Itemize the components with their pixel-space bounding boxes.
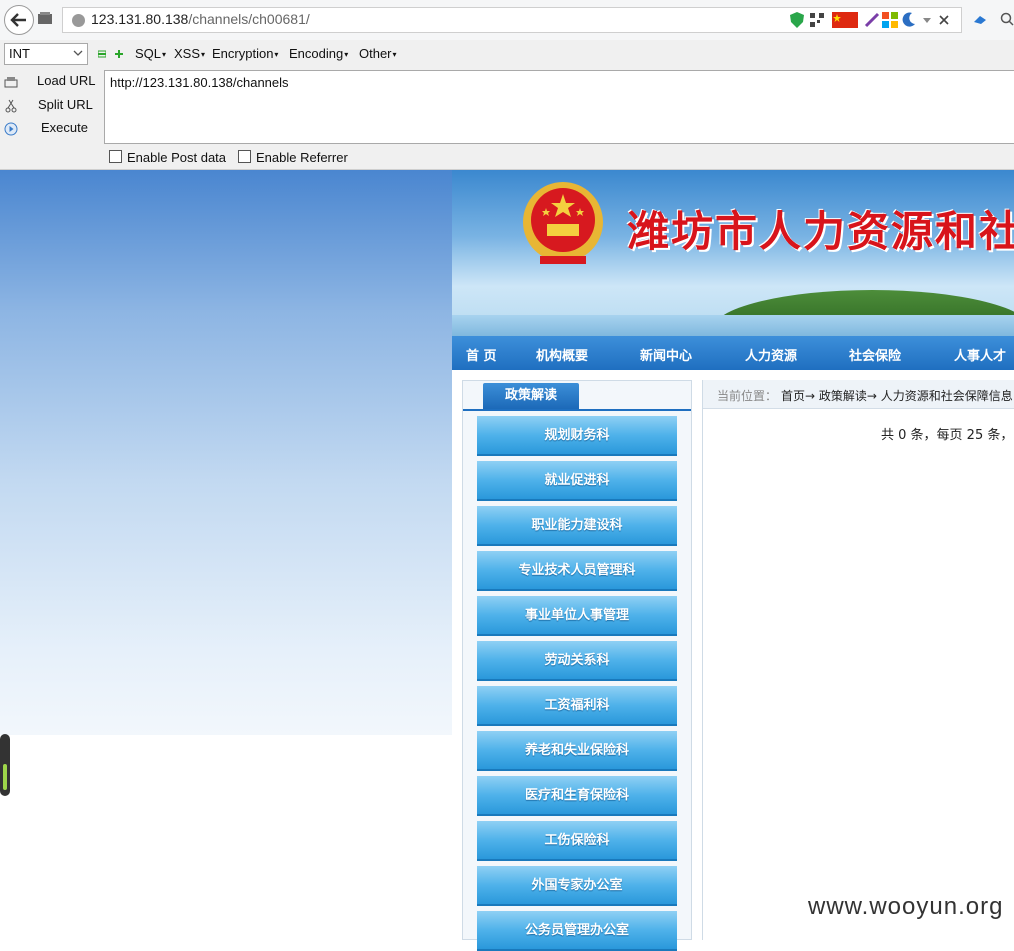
close-icon[interactable] — [938, 12, 950, 28]
execute-label: Execute — [41, 120, 88, 135]
breadcrumb-label: 当前位置： — [717, 389, 778, 403]
web-page: 潍坊市人力资源和社 首 页 机构概要 新闻中心 人力资源 社会保险 人事人才 政… — [0, 170, 1014, 951]
sidebar-item[interactable]: 工伤保险科 — [477, 821, 677, 861]
sidebar: 政策解读 规划财务科 就业促进科 职业能力建设科 专业技术人员管理科 事业单位人… — [462, 380, 692, 951]
menu-arrow-icon: ▾ — [274, 50, 279, 60]
menu-encoding[interactable]: Encoding▾ — [289, 46, 348, 61]
sidebar-item[interactable]: 职业能力建设科 — [477, 506, 677, 546]
sidebar-item[interactable]: 医疗和生育保险科 — [477, 776, 677, 816]
load-url-icon — [4, 77, 18, 88]
main-nav: 首 页 机构概要 新闻中心 人力资源 社会保险 人事人才 — [452, 336, 1014, 370]
split-url-label: Split URL — [38, 97, 93, 112]
search-icon[interactable] — [1000, 12, 1014, 26]
china-flag-icon[interactable] — [832, 12, 858, 28]
plus-icon[interactable] — [115, 50, 123, 58]
menu-arrow-icon: ▾ — [344, 50, 349, 60]
play-icon — [4, 122, 18, 136]
banner-lake — [452, 315, 1014, 336]
address-text[interactable]: 123.131.80.138/channels/ch00681/ — [91, 11, 310, 27]
sidebar-item[interactable]: 劳动关系科 — [477, 641, 677, 681]
arrow-left-icon — [10, 13, 26, 27]
menu-other[interactable]: Other▾ — [359, 46, 397, 61]
dropdown-arrow-icon[interactable] — [922, 12, 932, 28]
address-bar[interactable]: 123.131.80.138/channels/ch00681/ — [62, 7, 962, 33]
sidebar-item[interactable]: 外国专家办公室 — [477, 866, 677, 906]
nav-social-insurance[interactable]: 社会保险 — [849, 345, 901, 364]
result-count: 共 0 条，每页 25 条， — [881, 428, 1014, 443]
bird-icon[interactable] — [972, 12, 988, 28]
hackbar-url-textarea[interactable]: http://123.131.80.138/channels — [104, 70, 1014, 144]
menu-xss-label: XSS — [174, 46, 201, 61]
nav-human-resources[interactable]: 人力资源 — [745, 345, 797, 364]
split-url-button[interactable]: Split URL — [4, 97, 99, 117]
feather-icon[interactable] — [864, 12, 880, 28]
enable-referrer-label: Enable Referrer — [256, 150, 348, 165]
breadcrumb: 当前位置： 首页→ 政策解读→ 人力资源和社会保障信息 — [703, 380, 1014, 409]
menu-arrow-icon: ▾ — [162, 50, 167, 60]
main-content: 当前位置： 首页→ 政策解读→ 人力资源和社会保障信息 共 0 条，每页 25 … — [702, 380, 1014, 940]
load-url-button[interactable]: Load URL — [4, 73, 99, 93]
nav-personnel[interactable]: 人事人才 — [954, 345, 1006, 364]
enable-referrer-checkbox[interactable]: Enable Referrer — [238, 150, 348, 165]
menu-sql[interactable]: SQL▾ — [135, 46, 166, 61]
sidebar-item[interactable]: 规划财务科 — [477, 416, 677, 456]
tab-groups-icon[interactable] — [38, 12, 52, 24]
menu-sql-label: SQL — [135, 46, 162, 61]
site-banner: 潍坊市人力资源和社 — [452, 170, 1014, 336]
checkbox-box — [238, 150, 251, 163]
menu-arrow-icon: ▾ — [201, 50, 206, 60]
execute-button[interactable]: Execute — [4, 120, 99, 140]
shield-icon[interactable] — [790, 12, 804, 28]
sidebar-item[interactable]: 公务员管理办公室 — [477, 911, 677, 951]
url-path: /channels/ch00681/ — [188, 11, 310, 27]
menu-arrow-icon: ▾ — [392, 50, 397, 60]
breadcrumb-path[interactable]: 首页→ 政策解读→ 人力资源和社会保障信息 — [781, 387, 1013, 404]
sidebar-item[interactable]: 养老和失业保险科 — [477, 731, 677, 771]
sidebar-item[interactable]: 工资福利科 — [477, 686, 677, 726]
chevron-down-icon — [73, 50, 83, 56]
windows-logo-icon[interactable] — [882, 12, 898, 28]
nav-home[interactable]: 首 页 — [466, 345, 497, 364]
menu-encoding-label: Encoding — [289, 46, 344, 61]
sidebar-item[interactable]: 事业单位人事管理 — [477, 596, 677, 636]
url-host: 123.131.80.138 — [91, 11, 189, 27]
sidebar-divider — [463, 409, 691, 411]
browser-toolbar: 123.131.80.138/channels/ch00681/ — [0, 0, 1014, 41]
type-select[interactable]: INT — [4, 43, 88, 65]
moon-icon[interactable] — [902, 12, 916, 28]
site-title: 潍坊市人力资源和社 — [627, 207, 1014, 256]
menu-xss[interactable]: XSS▾ — [174, 46, 205, 61]
menu-encryption[interactable]: Encryption▾ — [212, 46, 278, 61]
background-gradient — [0, 170, 452, 735]
load-url-label: Load URL — [37, 73, 96, 88]
qr-code-icon[interactable] — [810, 12, 824, 28]
scissors-icon — [5, 99, 17, 113]
sidebar-item[interactable]: 专业技术人员管理科 — [477, 551, 677, 591]
checkbox-box — [109, 150, 122, 163]
sidebar-title: 政策解读 — [483, 383, 579, 409]
nav-news[interactable]: 新闻中心 — [640, 345, 692, 364]
watermark: www.wooyun.org — [808, 893, 1004, 920]
enable-post-checkbox[interactable]: Enable Post data — [109, 150, 226, 165]
sidebar-item[interactable]: 就业促进科 — [477, 461, 677, 501]
side-scroll-widget[interactable] — [0, 734, 10, 796]
menu-other-label: Other — [359, 46, 392, 61]
national-emblem-icon — [523, 182, 603, 264]
back-button[interactable] — [4, 5, 34, 35]
scroll-level — [3, 764, 7, 790]
hackbar-panel: INT SQL▾ XSS▾ Encryption▾ Encoding▾ Othe… — [0, 40, 1014, 170]
type-select-value: INT — [9, 46, 30, 61]
enable-post-label: Enable Post data — [127, 150, 227, 165]
globe-icon — [72, 14, 85, 27]
minus-icon[interactable] — [98, 50, 106, 58]
menu-encryption-label: Encryption — [212, 46, 274, 61]
nav-organization[interactable]: 机构概要 — [536, 345, 588, 364]
